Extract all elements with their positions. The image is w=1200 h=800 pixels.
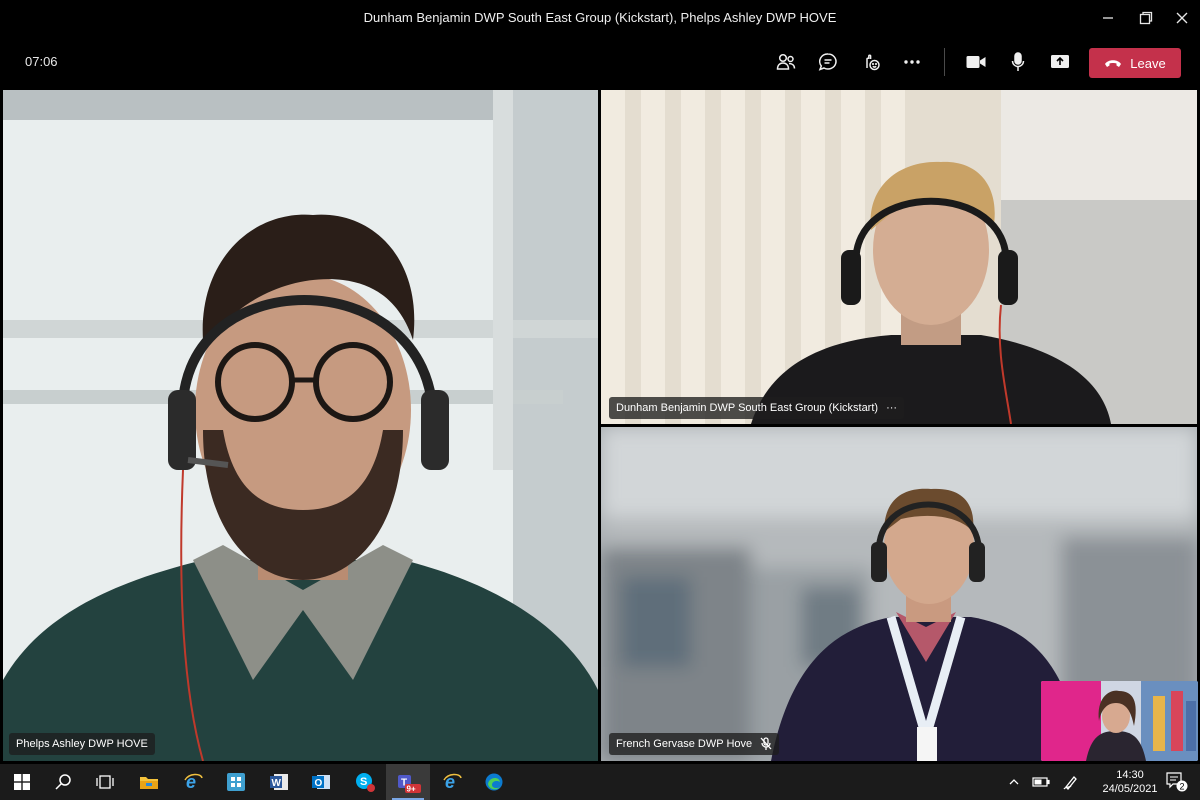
start-icon — [14, 774, 30, 790]
chat-button[interactable] — [813, 48, 843, 76]
toolbar-divider — [944, 48, 945, 76]
meeting-controls-bar: 07:06 Leave — [0, 36, 1200, 88]
internet-explorer-icon: e — [443, 772, 462, 792]
participant-name-tag: French Gervase DWP Hove — [609, 733, 780, 755]
muted-microphone-icon — [760, 737, 772, 750]
participants-button[interactable] — [771, 48, 801, 76]
teams-badge: 9+ — [407, 785, 416, 794]
notifications-count: 2 — [1180, 782, 1185, 792]
show-hidden-icons-button[interactable] — [1003, 764, 1025, 800]
taskbar-skype[interactable]: S — [343, 764, 387, 800]
taskbar-outlook[interactable]: O — [299, 764, 343, 800]
share-screen-icon — [1051, 55, 1069, 68]
edge-icon — [485, 773, 503, 791]
camera-icon — [966, 56, 986, 68]
taskbar-internet-explorer-2[interactable]: e — [430, 764, 474, 800]
more-actions-icon — [904, 60, 920, 64]
skype-icon: S — [356, 773, 375, 792]
leave-label: Leave — [1130, 55, 1166, 71]
hang-up-icon — [1105, 60, 1122, 67]
system-clock[interactable]: 14:30 24/05/2021 — [1095, 768, 1165, 796]
search-icon — [55, 774, 71, 790]
notifications-icon: 2 — [1166, 772, 1188, 792]
outlook-icon: O — [312, 775, 330, 789]
reactions-icon — [866, 54, 880, 71]
teams-icon: T 9+ — [398, 775, 421, 794]
microphone-button[interactable] — [1003, 48, 1033, 76]
taskbar-word[interactable]: W — [257, 764, 301, 800]
search-button[interactable] — [41, 764, 85, 800]
battery-status[interactable] — [1030, 764, 1052, 800]
participant-name: Phelps Ashley DWP HOVE — [16, 738, 148, 750]
svg-text:O: O — [315, 778, 323, 789]
leave-button[interactable]: Leave — [1089, 48, 1181, 78]
participant-name: Dunham Benjamin DWP South East Group (Ki… — [616, 402, 879, 414]
video-tile-participant-1[interactable]: Phelps Ashley DWP HOVE — [3, 90, 598, 761]
windows-taskbar: e W O S T 9+ e 14:30 24/05/2021 2 — [0, 764, 1200, 800]
participant-name-tag: Dunham Benjamin DWP South East Group (Ki… — [609, 397, 905, 419]
pen-workspace-button[interactable] — [1060, 764, 1082, 800]
svg-text:W: W — [272, 778, 282, 789]
clock-time: 14:30 — [1116, 769, 1144, 781]
task-view-button[interactable] — [83, 764, 127, 800]
taskbar-edge[interactable] — [472, 764, 516, 800]
taskbar-internet-explorer[interactable]: e — [171, 764, 215, 800]
taskbar-software-center[interactable] — [214, 764, 258, 800]
pen-icon — [1063, 776, 1077, 790]
battery-icon — [1032, 777, 1050, 787]
taskbar-file-explorer[interactable] — [127, 764, 171, 800]
self-view-video[interactable] — [1041, 681, 1198, 761]
more-actions-button[interactable] — [897, 48, 927, 76]
camera-button[interactable] — [961, 48, 991, 76]
microphone-icon — [1011, 52, 1025, 71]
svg-text:S: S — [360, 776, 367, 788]
action-center-button[interactable]: 2 — [1162, 764, 1192, 800]
participant-video — [3, 90, 598, 761]
software-center-icon — [227, 773, 245, 791]
start-button[interactable] — [0, 764, 44, 800]
more-options-icon[interactable]: ··· — [886, 402, 897, 414]
close-button[interactable] — [1162, 0, 1200, 36]
window-title: Dunham Benjamin DWP South East Group (Ki… — [363, 10, 837, 25]
title-bar: Dunham Benjamin DWP South East Group (Ki… — [0, 0, 1200, 36]
minimize-button[interactable] — [1088, 0, 1128, 36]
meeting-timer: 07:06 — [25, 54, 58, 69]
chevron-up-icon — [1009, 779, 1019, 785]
maximize-button[interactable] — [1126, 0, 1166, 36]
clock-date: 24/05/2021 — [1102, 783, 1158, 795]
file-explorer-icon — [140, 777, 158, 789]
reactions-button[interactable] — [856, 48, 886, 76]
self-view-image — [1041, 681, 1198, 761]
participant-name: French Gervase DWP Hove — [616, 738, 753, 750]
task-view-icon — [96, 775, 114, 789]
participant-video — [601, 90, 1197, 424]
taskbar-teams[interactable]: T 9+ — [386, 764, 430, 800]
internet-explorer-icon: e — [184, 772, 203, 792]
participants-icon — [776, 53, 796, 70]
share-screen-button[interactable] — [1045, 48, 1075, 76]
participant-name-tag: Phelps Ashley DWP HOVE — [9, 733, 155, 755]
word-icon: W — [270, 774, 288, 790]
chat-icon — [818, 53, 837, 71]
video-tile-participant-2[interactable]: Dunham Benjamin DWP South East Group (Ki… — [601, 90, 1197, 424]
